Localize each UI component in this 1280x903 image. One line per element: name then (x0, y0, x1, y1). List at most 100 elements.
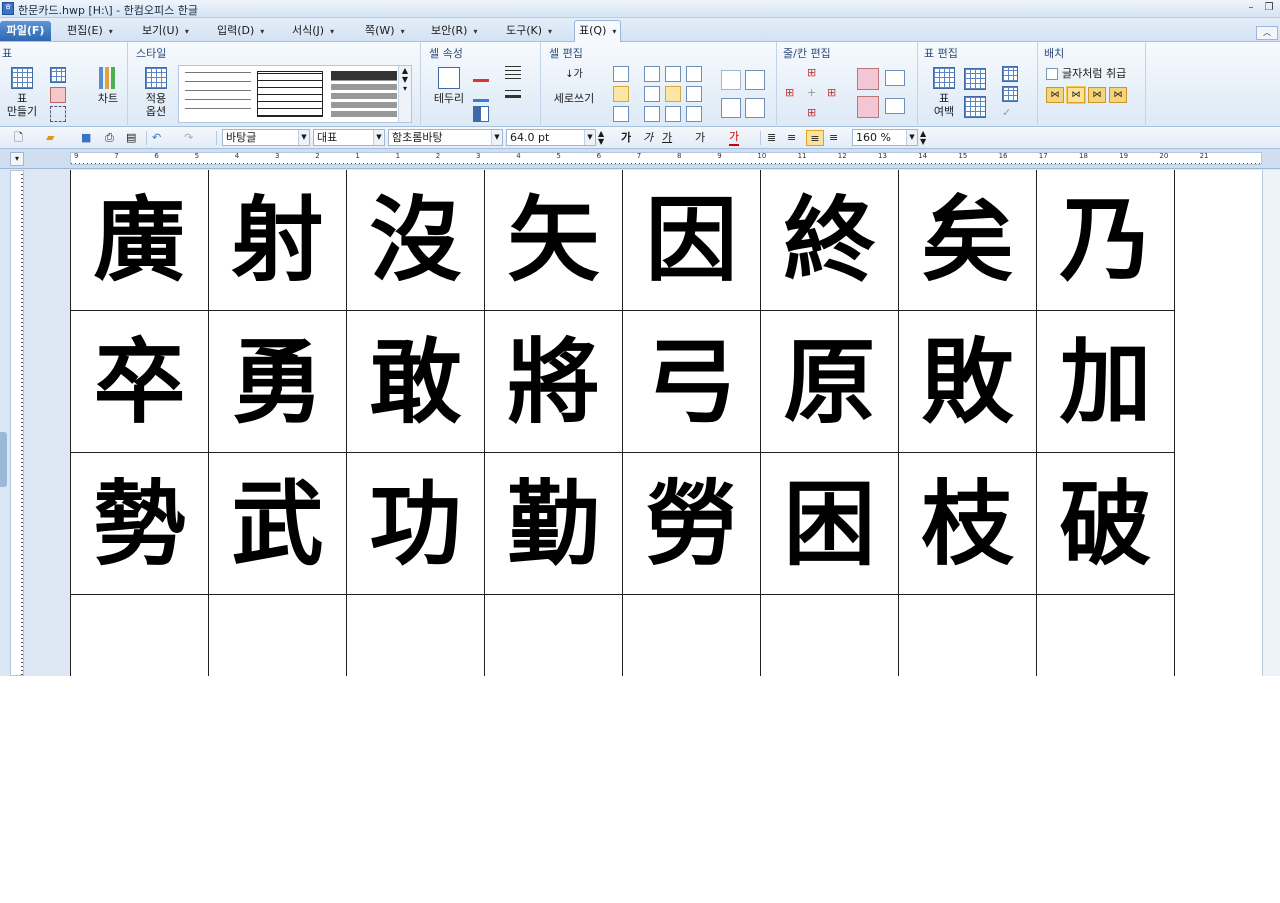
align-mid-left-button[interactable] (644, 86, 660, 102)
gallery-scrollbar[interactable]: ▲ ▼ ▾ (398, 66, 411, 122)
table-cell[interactable] (208, 594, 347, 676)
tab-security[interactable]: 보안(R) ▾ (431, 22, 477, 40)
ruler-toggle-icon[interactable]: ▾ (10, 152, 24, 166)
italic-button[interactable]: 가 (643, 130, 653, 146)
tab-view[interactable]: 보기(U) ▾ (142, 22, 189, 40)
tab-edit[interactable]: 편집(E) ▾ (67, 22, 113, 40)
table-cell[interactable] (70, 594, 209, 676)
insert-row-below-icon[interactable]: ⊞ (807, 106, 816, 119)
table-cell[interactable]: 矣 (898, 170, 1037, 311)
table-cell[interactable] (622, 594, 761, 676)
insert-col-right-icon[interactable]: ⊞ (827, 86, 836, 99)
delete-col-button[interactable] (857, 96, 879, 121)
language-select[interactable]: 대표 ▼ (313, 129, 385, 146)
table-eraser-button[interactable] (50, 87, 66, 106)
cell-height-equal-button[interactable] (721, 98, 741, 118)
make-table-button[interactable]: 표 만들기 (2, 67, 42, 118)
table-style-gallery[interactable]: ▲ ▼ ▾ (178, 65, 412, 123)
table-cell[interactable] (484, 594, 623, 676)
table-cell[interactable]: 敢 (346, 310, 485, 453)
tab-format[interactable]: 서식(J) ▾ (292, 22, 334, 40)
table-cell[interactable]: 將 (484, 310, 623, 453)
paragraph-style-select[interactable]: 바탕글 ▼ (222, 129, 310, 146)
align-bottom-button[interactable] (613, 106, 629, 122)
ribbon-collapse-button[interactable]: ︿ (1256, 26, 1278, 40)
font-color-button[interactable]: 가 (729, 130, 740, 146)
table-cell[interactable]: 困 (760, 452, 899, 595)
chevron-down-icon[interactable]: ▾ (473, 27, 477, 36)
table-margin-button[interactable]: 표 여백 (924, 67, 964, 118)
table-cell[interactable]: 枝 (898, 452, 1037, 595)
spacing-spinner[interactable]: ▲ ▼ (920, 130, 926, 146)
align-bot-center-button[interactable] (665, 106, 681, 122)
tab-page[interactable]: 쪽(W) ▾ (365, 22, 405, 40)
new-doc-icon[interactable]: 🗋 (14, 130, 23, 146)
treat-as-char-checkbox[interactable]: 글자처럼 취급 (1046, 67, 1126, 80)
col-size-button[interactable] (885, 98, 905, 114)
vertical-ruler[interactable] (10, 170, 24, 676)
split-cells-button[interactable] (745, 70, 765, 90)
align-middle-button[interactable] (613, 86, 629, 102)
underline-button[interactable]: 가 (662, 130, 672, 146)
align-bot-right-button[interactable] (686, 106, 702, 122)
print-icon[interactable]: ⎙ (105, 130, 114, 146)
table-cell[interactable]: 勤 (484, 452, 623, 595)
align-right-icon[interactable]: ≡ (829, 130, 838, 146)
table-cell[interactable]: 因 (622, 170, 761, 311)
line-color-button[interactable] (473, 66, 489, 85)
chevron-down-icon[interactable]: ▼ (491, 130, 502, 145)
table-cell[interactable]: 沒 (346, 170, 485, 311)
table-cell[interactable] (1036, 594, 1175, 676)
bold-button[interactable]: 가 (621, 130, 631, 146)
align-mid-right-button[interactable] (686, 86, 702, 102)
style-swatch-grid[interactable] (257, 71, 323, 117)
style-swatch-dotted[interactable] (185, 71, 251, 117)
minimize-icon[interactable]: – (1244, 2, 1258, 15)
hwp-app-icon[interactable]: ㅎ (2, 2, 14, 15)
table-cell[interactable]: 卒 (70, 310, 209, 453)
preview-icon[interactable]: ▤ (126, 130, 136, 146)
row-height-button[interactable] (964, 68, 986, 93)
align-left-icon[interactable]: ≡ (787, 130, 796, 146)
wrap-behind-icon[interactable]: ⋈ (1088, 87, 1106, 103)
tab-table[interactable]: 표(Q) ▾ (574, 20, 622, 42)
chevron-down-icon[interactable]: ▼ (373, 130, 384, 145)
align-top-center-button[interactable] (665, 66, 681, 82)
chevron-down-icon[interactable]: ▾ (401, 27, 405, 36)
size-spinner[interactable]: ▲ ▼ (598, 130, 604, 146)
table-cell[interactable]: 破 (1036, 452, 1175, 595)
chevron-down-icon[interactable]: ▼ (298, 130, 309, 145)
cell-props-button[interactable] (1002, 86, 1018, 105)
table-cell[interactable]: 武 (208, 452, 347, 595)
wrap-square-icon[interactable]: ⋈ (1046, 87, 1064, 103)
chevron-down-icon[interactable]: ▾ (109, 27, 113, 36)
table-cell[interactable] (898, 594, 1037, 676)
merge-cells-button[interactable] (721, 70, 741, 90)
delete-row-button[interactable] (857, 68, 879, 93)
apply-options-button[interactable]: 적용 옵션 (136, 67, 176, 118)
align-top-left-button[interactable] (644, 66, 660, 82)
chevron-down-icon[interactable]: ▾ (612, 27, 616, 36)
table-draw-button[interactable] (50, 67, 66, 86)
align-top-right-button[interactable] (686, 66, 702, 82)
vertical-scrollbar[interactable] (1262, 170, 1280, 676)
align-center-icon[interactable]: ≡ (806, 130, 824, 146)
tab-insert[interactable]: 입력(D) ▾ (217, 22, 264, 40)
chevron-down-icon[interactable]: ▼ (906, 130, 917, 145)
save-icon[interactable]: ■ (81, 130, 91, 146)
table-cell[interactable]: 乃 (1036, 170, 1175, 311)
table-cell[interactable]: 終 (760, 170, 899, 311)
col-width-button[interactable] (964, 96, 986, 121)
tab-file[interactable]: 파일(F) (0, 21, 51, 41)
tab-tools[interactable]: 도구(K) ▾ (506, 22, 552, 40)
open-folder-icon[interactable]: ▰ (46, 130, 54, 146)
chevron-down-icon[interactable]: ▾ (548, 27, 552, 36)
align-mid-center-button[interactable] (665, 86, 681, 102)
align-justify-icon[interactable]: ≣ (767, 130, 776, 146)
chevron-down-icon[interactable]: ▼ (584, 130, 595, 145)
table-cell[interactable]: 勢 (70, 452, 209, 595)
undo-icon[interactable]: ↶ (152, 130, 161, 146)
chart-button[interactable]: 차트 (92, 67, 124, 105)
table-cell[interactable]: 矢 (484, 170, 623, 311)
wrap-top-bottom-icon[interactable]: ⋈ (1067, 87, 1085, 103)
